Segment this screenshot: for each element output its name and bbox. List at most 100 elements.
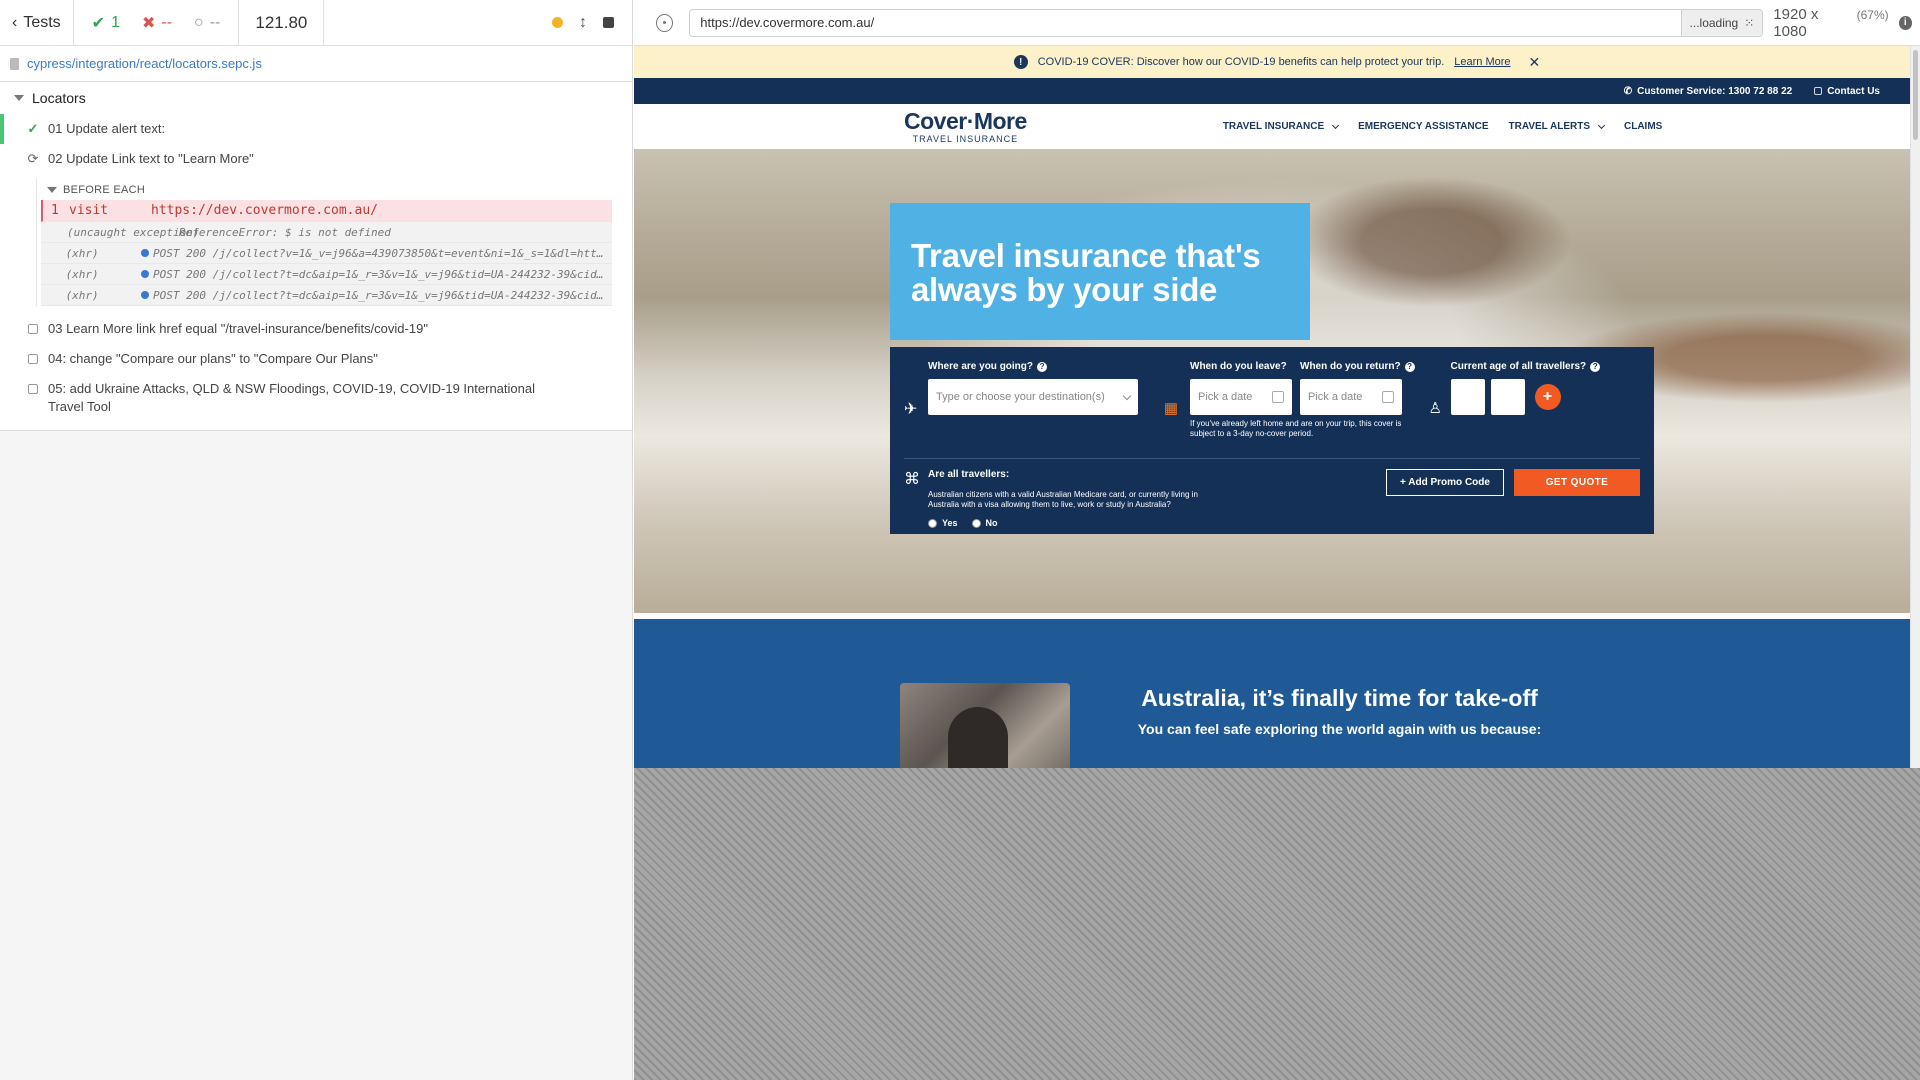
pending-icon	[28, 324, 38, 334]
running-indicator-icon	[552, 17, 563, 28]
person-icon: ♙	[1428, 400, 1442, 417]
calendar-icon: ▦	[1163, 400, 1179, 417]
loading-indicator: ...loading ⁙	[1680, 9, 1763, 36]
command-name: (xhr)	[65, 288, 99, 302]
reporter-header: ‹ Tests ✔ 1 ✖ -- ○ -- 121.80 ↕	[0, 0, 632, 46]
command-number: 1	[51, 203, 59, 218]
help-icon[interactable]: ?	[1404, 361, 1415, 372]
leave-date-label: When do you leave?	[1190, 361, 1287, 372]
suite-title: Locators	[32, 90, 86, 106]
hero-title-box: Travel insurance that's always by your s…	[890, 203, 1310, 340]
nav-emergency-assistance[interactable]: EMERGENCY ASSISTANCE	[1358, 121, 1488, 132]
test-row[interactable]: 03 Learn More link href equal "/travel-i…	[0, 314, 632, 344]
info-icon[interactable]: i	[1898, 15, 1912, 30]
plane-icon: ✈	[904, 401, 918, 418]
no-radio[interactable]: No	[971, 518, 998, 528]
test-stats: ✔ 1 ✖ -- ○ --	[74, 0, 240, 45]
spec-path-link[interactable]: cypress/integration/react/locators.sepc.…	[27, 56, 262, 71]
alert-icon: !	[1013, 55, 1028, 69]
run-duration: 121.80	[239, 0, 325, 45]
pending-count: ○ --	[194, 13, 221, 31]
command-row[interactable]: (uncaught exception) ReferenceError: $ i…	[41, 222, 612, 243]
covermore-logo[interactable]: Cover·More TRAVEL INSURANCE	[904, 109, 1027, 144]
viewport-size: 1920 x 1080 (67%)	[1773, 5, 1889, 40]
check-icon: ✔	[91, 14, 106, 32]
add-traveller-button[interactable]: +	[1534, 384, 1561, 410]
age-label: Current age of all travellers??	[1451, 361, 1601, 372]
mail-icon	[1814, 87, 1823, 95]
tests-back-button[interactable]: ‹ Tests	[0, 0, 74, 45]
return-date-input[interactable]: Pick a date	[1300, 379, 1402, 415]
get-quote-button[interactable]: GET QUOTE	[1514, 469, 1640, 496]
customer-service-link[interactable]: ✆ Customer Service: 1300 72 88 22	[1624, 86, 1793, 97]
nav-claims[interactable]: CLAIMS	[1624, 121, 1662, 132]
command-name: (xhr)	[65, 246, 99, 260]
suite-title-row[interactable]: Locators	[0, 82, 632, 114]
close-icon[interactable]: ✕	[1529, 54, 1541, 71]
leave-date-input[interactable]: Pick a date	[1190, 379, 1292, 415]
hook-title: BEFORE EACH	[63, 184, 146, 196]
file-icon	[10, 57, 19, 70]
add-promo-code-button[interactable]: + Add Promo Code	[1386, 469, 1504, 496]
selector-playground-icon[interactable]	[656, 13, 674, 32]
cypress-reporter: ‹ Tests ✔ 1 ✖ -- ○ -- 121.80 ↕ cypress/inte…	[0, 0, 633, 1080]
citizens-question: Australian citizens with a valid Austral…	[928, 490, 1198, 509]
nav-travel-insurance[interactable]: TRAVEL INSURANCE	[1223, 121, 1340, 132]
test-title: 04: change "Compare our plans" to "Compa…	[48, 351, 378, 366]
spec-path-bar: cypress/integration/react/locators.sepc.…	[0, 46, 632, 82]
url-text: https://dev.covermore.com.au/	[700, 15, 875, 30]
test-title: 05: add Ukraine Attacks, QLD & NSW Flood…	[48, 381, 535, 414]
age-input[interactable]	[1490, 379, 1525, 415]
return-date-label: When do you return??	[1300, 361, 1415, 372]
test-row[interactable]: 05: add Ukraine Attacks, QLD & NSW Flood…	[0, 374, 632, 422]
covid-alert-banner: ! COVID-19 COVER: Discover how our COVID…	[634, 46, 1920, 78]
age-input[interactable]	[1450, 379, 1485, 415]
all-travellers-label: Are all travellers:	[928, 469, 1010, 480]
refresh-icon: ⟳	[27, 151, 39, 166]
test-runnable: Locators ✓ 01 Update alert text: ⟳ 02 Up…	[0, 82, 632, 431]
check-icon: ✓	[27, 121, 39, 136]
xhr-status-icon	[141, 249, 150, 257]
site-frame: ! COVID-19 COVER: Discover how our COVID…	[634, 46, 1920, 768]
test-title: 01 Update alert text:	[48, 121, 166, 136]
help-icon[interactable]: ?	[1590, 361, 1601, 372]
no-cover-note: If you've already left home and are on y…	[1190, 419, 1402, 438]
test-row[interactable]: 04: change "Compare our plans" to "Compa…	[0, 344, 632, 374]
help-icon[interactable]: ?	[1037, 361, 1048, 372]
test-title: 03 Learn More link href equal "/travel-i…	[48, 321, 428, 336]
command-row[interactable]: (xhr) POST 200 /j/collect?t=dc&aip=1&_r=…	[41, 264, 612, 285]
aut-header: https://dev.covermore.com.au/ ...loading…	[634, 0, 1920, 46]
url-field[interactable]: https://dev.covermore.com.au/ ...loading…	[689, 8, 1764, 37]
stop-button[interactable]	[603, 17, 614, 28]
main-nav: Cover·More TRAVEL INSURANCE TRAVEL INSUR…	[634, 104, 1920, 149]
hook-title-row[interactable]: BEFORE EACH	[41, 178, 612, 200]
command-row[interactable]: (xhr) POST 200 /j/collect?t=dc&aip=1&_r=…	[41, 285, 612, 306]
command-message: ReferenceError: $ is not defined	[179, 225, 391, 239]
test-row[interactable]: ⟳ 02 Update Link text to "Learn More"	[0, 144, 632, 174]
nav-travel-alerts[interactable]: TRAVEL ALERTS	[1509, 121, 1606, 132]
utility-bar: ✆ Customer Service: 1300 72 88 22 Contact…	[634, 78, 1920, 104]
pending-icon	[28, 354, 38, 364]
test-title: 02 Update Link text to "Learn More"	[48, 151, 254, 166]
destination-select[interactable]: Type or choose your destination(s)	[928, 379, 1138, 415]
scrollbar[interactable]	[1910, 46, 1920, 768]
command-row[interactable]: (xhr) POST 200 /j/collect?v=1&_v=j96&a=4…	[41, 243, 612, 264]
chevron-down-icon	[1332, 121, 1340, 129]
spinner-icon: ⁙	[1744, 15, 1755, 30]
test-row[interactable]: ✓ 01 Update alert text:	[0, 114, 632, 144]
quote-form: ✈ Where are you going?? Type or choose y…	[890, 347, 1654, 534]
caret-down-icon	[14, 95, 24, 101]
cross-icon: ✖	[141, 14, 156, 32]
command-message: POST 200 /j/collect?v=1&_v=j96&a=4390738…	[153, 246, 604, 260]
failed-count: ✖ --	[141, 13, 173, 32]
learn-more-link[interactable]: Learn More	[1454, 56, 1510, 68]
xhr-status-icon	[141, 291, 150, 299]
auto-scroll-toggle-icon[interactable]: ↕	[579, 14, 587, 32]
australia-map-icon: ⌘	[904, 471, 920, 488]
contact-us-link[interactable]: Contact Us	[1814, 86, 1880, 97]
yes-radio[interactable]: Yes	[928, 518, 958, 528]
command-row[interactable]: 1 visit https://dev.covermore.com.au/	[41, 200, 612, 222]
calendar-icon	[1272, 391, 1284, 403]
command-message: POST 200 /j/collect?t=dc&aip=1&_r=3&v=1&…	[153, 288, 604, 302]
xhr-status-icon	[141, 270, 150, 278]
